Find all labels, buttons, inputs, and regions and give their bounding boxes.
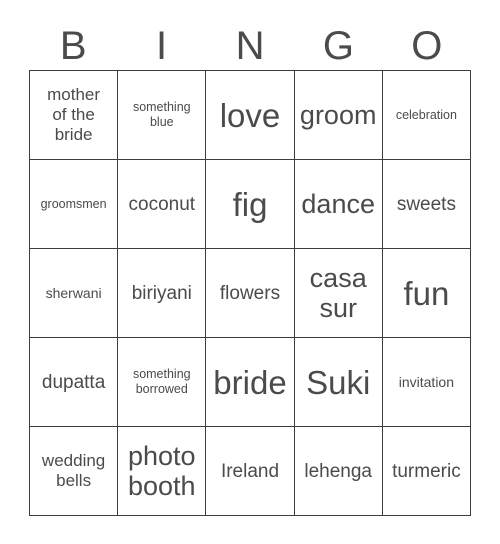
bingo-cell-label: dupatta	[41, 371, 106, 393]
bingo-cell[interactable]: something borrowed	[118, 338, 207, 427]
bingo-cell-label: sweets	[396, 193, 456, 215]
bingo-cell[interactable]: mother of the bride	[30, 71, 119, 160]
bingo-cell[interactable]: something blue	[118, 71, 207, 160]
bingo-cell[interactable]: groom	[294, 71, 383, 160]
bingo-grid: mother of the bride something blue love gro…	[29, 70, 471, 516]
bingo-cell-label: fun	[403, 274, 450, 312]
bingo-cell-label: lehenga	[304, 460, 372, 482]
bingo-cell-label: groomsmen	[40, 196, 107, 211]
header-letter-b: B	[59, 24, 87, 68]
bingo-cell[interactable]: flowers	[206, 249, 295, 338]
bingo-cell-label: turmeric	[392, 460, 461, 482]
bingo-cell-label: invitation	[398, 373, 455, 390]
bingo-cell[interactable]: sweets	[382, 160, 471, 249]
bingo-cell[interactable]: wedding bells	[30, 427, 119, 516]
bingo-cell-label: biriyani	[131, 282, 192, 304]
bingo-cell[interactable]: Ireland	[206, 427, 295, 516]
bingo-cell[interactable]: dance	[294, 160, 383, 249]
bingo-cell-label: casa sur	[309, 263, 367, 323]
bingo-cell[interactable]: casa sur	[294, 249, 383, 338]
bingo-cell[interactable]: celebration	[382, 71, 471, 160]
bingo-cell[interactable]: lehenga	[294, 427, 383, 516]
bingo-cell[interactable]: love	[206, 71, 295, 160]
bingo-cell-label: groom	[299, 100, 377, 130]
bingo-cell[interactable]: photo booth	[118, 427, 207, 516]
bingo-cell-label: something borrowed	[132, 367, 191, 396]
header-letter-g: G	[322, 24, 354, 68]
bingo-cell[interactable]: coconut	[118, 160, 207, 249]
header-letter-i: I	[156, 24, 168, 68]
bingo-cell-label: fig	[232, 185, 268, 223]
bingo-cell-label: love	[219, 96, 281, 134]
bingo-cell[interactable]: fig	[206, 160, 295, 249]
header-letter-o: O	[411, 24, 443, 68]
bingo-cell-label: bride	[213, 363, 287, 401]
bingo-cell[interactable]: bride	[206, 338, 295, 427]
bingo-cell-label: celebration	[395, 107, 457, 122]
bingo-cell-label: dance	[301, 189, 375, 219]
bingo-cell-label: wedding bells	[41, 451, 106, 490]
bingo-cell-label: flowers	[219, 282, 281, 304]
bingo-cell-label: something blue	[132, 100, 191, 129]
bingo-cell[interactable]: dupatta	[30, 338, 119, 427]
bingo-cell-label: Suki	[306, 363, 371, 401]
bingo-cell-label: mother of the bride	[47, 85, 101, 144]
bingo-cell-label: photo booth	[128, 441, 196, 501]
bingo-card: B I N G O mother of the bride something b…	[0, 0, 500, 544]
bingo-cell[interactable]: fun	[382, 249, 471, 338]
bingo-cell-label: Ireland	[220, 460, 280, 482]
bingo-cell[interactable]: biriyani	[118, 249, 207, 338]
bingo-cell[interactable]: groomsmen	[30, 160, 119, 249]
bingo-cell-label: sherwani	[45, 284, 102, 301]
bingo-cell[interactable]: turmeric	[382, 427, 471, 516]
bingo-cell[interactable]: Suki	[294, 338, 383, 427]
bingo-cell-label: coconut	[128, 193, 196, 215]
bingo-cell[interactable]: sherwani	[30, 249, 119, 338]
header-letter-n: N	[235, 24, 265, 68]
bingo-cell[interactable]: invitation	[382, 338, 471, 427]
bingo-header: B I N G O	[29, 22, 471, 70]
